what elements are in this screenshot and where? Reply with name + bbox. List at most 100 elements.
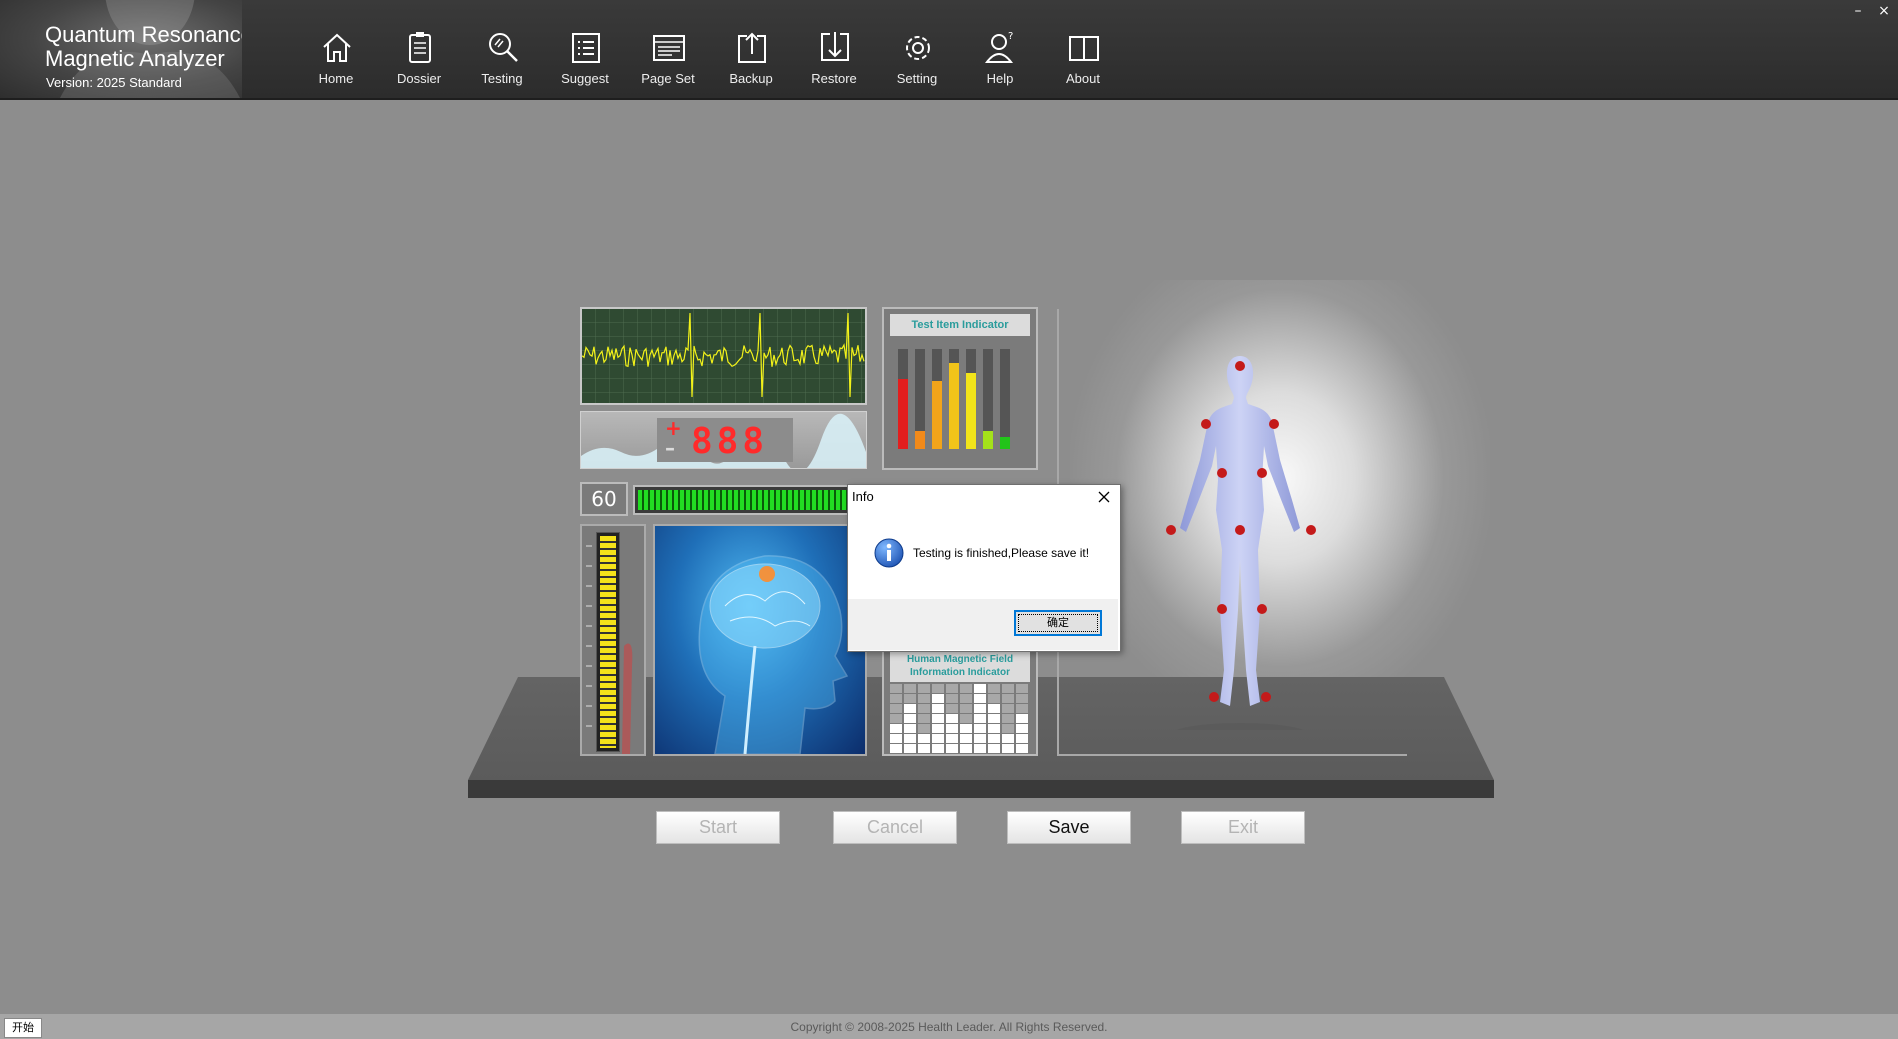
nav-label: Setting (896, 71, 938, 86)
field-cell (946, 734, 958, 743)
field-cell (904, 704, 916, 713)
field-cell (904, 734, 916, 743)
field-cell (904, 694, 916, 703)
magnetic-field-indicator-title: Human Magnetic Field Information Indicat… (890, 650, 1030, 682)
hmf-title-line2: Information Indicator (910, 667, 1010, 678)
minimize-button[interactable]: – (1846, 2, 1870, 20)
ecg-waveform (581, 309, 865, 403)
app-title-line1: Quantum Resonance (45, 22, 242, 47)
field-cell (890, 744, 902, 753)
field-cell (890, 734, 902, 743)
field-cell (932, 714, 944, 723)
field-cell (988, 694, 1000, 703)
magnifier-icon (489, 33, 518, 62)
app-brand: Quantum Resonance Magnetic Analyzer Vers… (0, 0, 242, 98)
field-cell (946, 704, 958, 713)
field-cell (988, 704, 1000, 713)
nav-label: Dossier (396, 71, 442, 86)
start-menu-button[interactable]: 开始 (4, 1018, 42, 1038)
field-cell (1016, 694, 1028, 703)
field-cell (974, 714, 986, 723)
field-cell (988, 734, 1000, 743)
nav-home[interactable]: Home (296, 0, 376, 98)
minus-sign: – (665, 436, 675, 460)
field-cell (904, 684, 916, 693)
nav-label: Help (986, 71, 1014, 86)
field-cell (904, 724, 916, 733)
field-cell (1016, 734, 1028, 743)
exit-button[interactable]: Exit (1181, 811, 1305, 844)
field-cell (1002, 724, 1014, 733)
field-cell (974, 694, 986, 703)
field-cell (946, 724, 958, 733)
field-cell (890, 684, 902, 693)
dialog-close-icon[interactable] (1094, 487, 1114, 507)
nav-about[interactable]: About (1043, 0, 1123, 98)
field-cell (918, 714, 930, 723)
field-cell (1002, 694, 1014, 703)
field-cell (988, 714, 1000, 723)
app-version: Version: 2025 Standard (46, 75, 182, 90)
top-toolbar: Quantum Resonance Magnetic Analyzer Vers… (0, 0, 1898, 100)
copyright-text: Copyright © 2008-2025 Health Leader. All… (790, 1020, 1108, 1034)
field-cell (1016, 684, 1028, 693)
field-cell (960, 694, 972, 703)
restore-icon (821, 32, 849, 61)
list-icon (572, 33, 600, 63)
field-cell (890, 694, 902, 703)
nav-testing[interactable]: Testing (462, 0, 542, 98)
field-cell (1016, 714, 1028, 723)
field-cell (974, 744, 986, 753)
field-cell (918, 724, 930, 733)
nav-help[interactable]: ? Help (960, 0, 1040, 98)
svg-text:?: ? (1008, 31, 1013, 42)
nav-page-set[interactable]: Page Set (628, 0, 708, 98)
save-button[interactable]: Save (1007, 811, 1131, 844)
counter-digits: 888 (691, 421, 769, 462)
field-cell (918, 684, 930, 693)
close-window-button[interactable]: × (1872, 2, 1896, 20)
gear-icon (906, 36, 930, 60)
indicator-bars (898, 349, 1010, 449)
field-cell (1016, 704, 1028, 713)
field-cell (918, 734, 930, 743)
hmf-title-line1: Human Magnetic Field (906, 654, 1014, 665)
cancel-button[interactable]: Cancel (833, 811, 957, 844)
test-item-indicator: Test Item Indicator (882, 307, 1038, 470)
field-cell (932, 694, 944, 703)
field-cell (890, 724, 902, 733)
nav-label: Backup (729, 71, 773, 86)
field-cell (932, 734, 944, 743)
ok-button[interactable]: 确定 (1014, 610, 1102, 636)
nav-setting[interactable]: Setting (877, 0, 957, 98)
nav-dossier[interactable]: Dossier (379, 0, 459, 98)
dialog-title: Info (852, 489, 874, 504)
field-cell (932, 744, 944, 753)
info-dialog: Info Testing is finished,Please save it!… (847, 484, 1121, 652)
platform-edge (468, 780, 1494, 798)
field-cell (960, 734, 972, 743)
clipboard-icon (409, 32, 431, 63)
nav-label: Suggest (561, 71, 609, 86)
human-body-figure (1166, 356, 1316, 730)
field-cell (960, 714, 972, 723)
start-button[interactable]: Start (656, 811, 780, 844)
field-cell (1002, 684, 1014, 693)
app-title-line2: Magnetic Analyzer (45, 46, 225, 71)
field-cell (974, 704, 986, 713)
nav-label: Page Set (641, 71, 695, 86)
field-cell (904, 744, 916, 753)
nav-backup[interactable]: Backup (711, 0, 791, 98)
field-cell (974, 724, 986, 733)
page-set-icon (653, 35, 685, 61)
nav-suggest[interactable]: Suggest (545, 0, 625, 98)
nav-label: Testing (481, 71, 523, 86)
brain-scan-image (653, 524, 867, 756)
home-icon (323, 33, 351, 62)
test-progress-bar (633, 485, 867, 515)
progress-fill (638, 490, 864, 510)
field-cell (946, 694, 958, 703)
field-cell (918, 694, 930, 703)
nav-restore[interactable]: Restore (794, 0, 874, 98)
field-cell (960, 744, 972, 753)
